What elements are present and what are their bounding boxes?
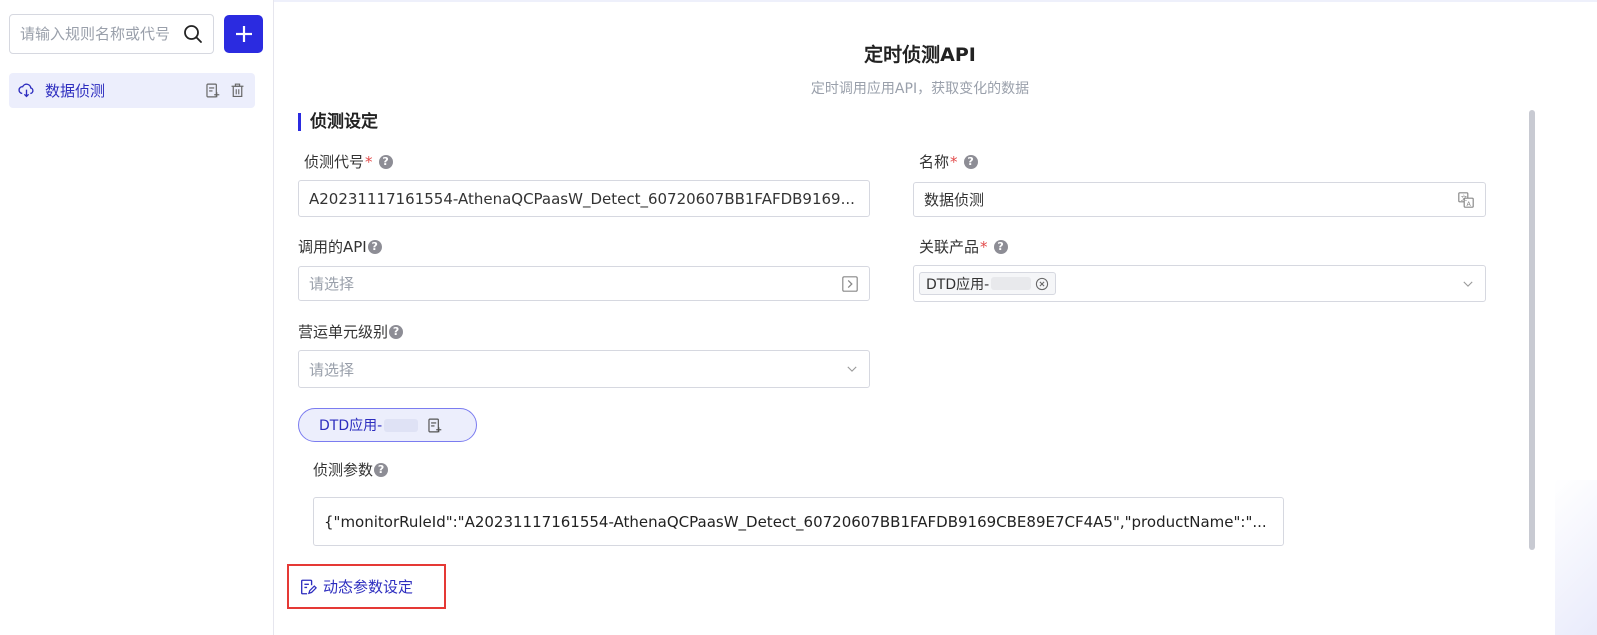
api-label: 调用的API ? [298, 236, 382, 257]
required-mark: * [365, 152, 373, 171]
params-label-text: 侦测参数 [313, 461, 374, 479]
page-title: 定时侦测API [864, 44, 976, 66]
redacted-text [991, 277, 1032, 290]
sidebar-item-label: 数据侦测 [45, 82, 106, 100]
search-icon[interactable] [183, 24, 203, 44]
tag-close-icon[interactable] [1035, 277, 1049, 291]
required-mark: * [980, 237, 988, 256]
detect-code-field[interactable]: A20231117161554-AthenaQCPaasW_Detect_607… [298, 180, 870, 217]
open-selector-icon[interactable] [841, 275, 859, 293]
detect-code-label: 侦测代号 * ? [304, 151, 393, 172]
plus-icon [235, 26, 252, 42]
detect-code-label-text: 侦测代号 [304, 153, 365, 171]
rule-sidebar: 数据侦测 [0, 0, 274, 635]
required-mark: * [950, 152, 958, 171]
name-label-text: 名称 [919, 153, 950, 171]
product-tag: DTD应用- [919, 272, 1057, 295]
cloud-download-icon [18, 83, 34, 98]
params-label: 侦测参数 ? [313, 459, 389, 480]
chevron-down-icon[interactable] [845, 362, 859, 376]
vertical-scrollbar[interactable] [1529, 110, 1535, 550]
dtd-app-tab-label: DTD应用- [319, 418, 383, 434]
product-label-text: 关联产品 [919, 238, 980, 256]
rule-search-box[interactable] [9, 14, 214, 54]
params-field[interactable]: {"monitorRuleId":"A20231117161554-Athena… [313, 497, 1284, 546]
help-icon[interactable]: ? [378, 154, 393, 169]
add-rule-button[interactable] [224, 15, 263, 53]
params-value: {"monitorRuleId":"A20231117161554-Athena… [324, 512, 1267, 531]
name-value: 数据侦测 [924, 191, 985, 209]
name-label: 名称 * ? [919, 151, 978, 172]
unit-level-label: 营运单元级别 ? [298, 321, 404, 342]
main-panel: 定时侦测API 定时调用应用API，获取变化的数据 侦测设定 侦测代号 * ? … [275, 0, 1565, 635]
section-title: 侦测设定 [298, 113, 378, 131]
api-label-text: 调用的API [298, 238, 367, 256]
product-select[interactable]: DTD应用- [913, 265, 1486, 302]
dynamic-params-label: 动态参数设定 [323, 578, 414, 596]
unit-level-placeholder: 请选择 [309, 360, 355, 379]
detect-code-value: A20231117161554-AthenaQCPaasW_Detect_607… [309, 189, 855, 208]
dynamic-params-button[interactable]: 动态参数设定 [287, 564, 446, 609]
svg-text:A: A [1466, 200, 1471, 207]
help-icon[interactable]: ? [993, 239, 1008, 254]
product-label: 关联产品 * ? [919, 236, 1008, 257]
help-icon[interactable]: ? [374, 462, 389, 477]
sidebar-item-data-detect[interactable]: 数据侦测 [9, 73, 255, 108]
chevron-down-icon[interactable] [1461, 277, 1475, 291]
unit-level-label-text: 营运单元级别 [298, 323, 389, 341]
edit-document-icon [301, 579, 317, 594]
unit-level-select[interactable]: 请选择 [298, 350, 870, 388]
help-icon[interactable]: ? [963, 154, 978, 169]
copy-icon[interactable] [426, 417, 443, 434]
api-select[interactable]: 请选择 [298, 266, 870, 301]
help-icon[interactable]: ? [367, 239, 382, 254]
api-placeholder: 请选择 [309, 275, 355, 293]
translate-icon[interactable]: 文 A [1457, 191, 1475, 209]
trash-icon[interactable] [229, 82, 246, 99]
page-subtitle: 定时调用应用API，获取变化的数据 [810, 81, 1030, 97]
help-icon[interactable]: ? [389, 324, 404, 339]
product-tag-label: DTD应用- [926, 276, 990, 293]
name-field[interactable]: 数据侦测 文 A [913, 182, 1486, 217]
decorative-edge [1555, 480, 1597, 635]
redacted-text [384, 418, 419, 432]
copy-icon[interactable] [204, 82, 221, 99]
dtd-app-tab[interactable]: DTD应用- [298, 408, 477, 442]
rule-search-input[interactable] [20, 25, 178, 43]
